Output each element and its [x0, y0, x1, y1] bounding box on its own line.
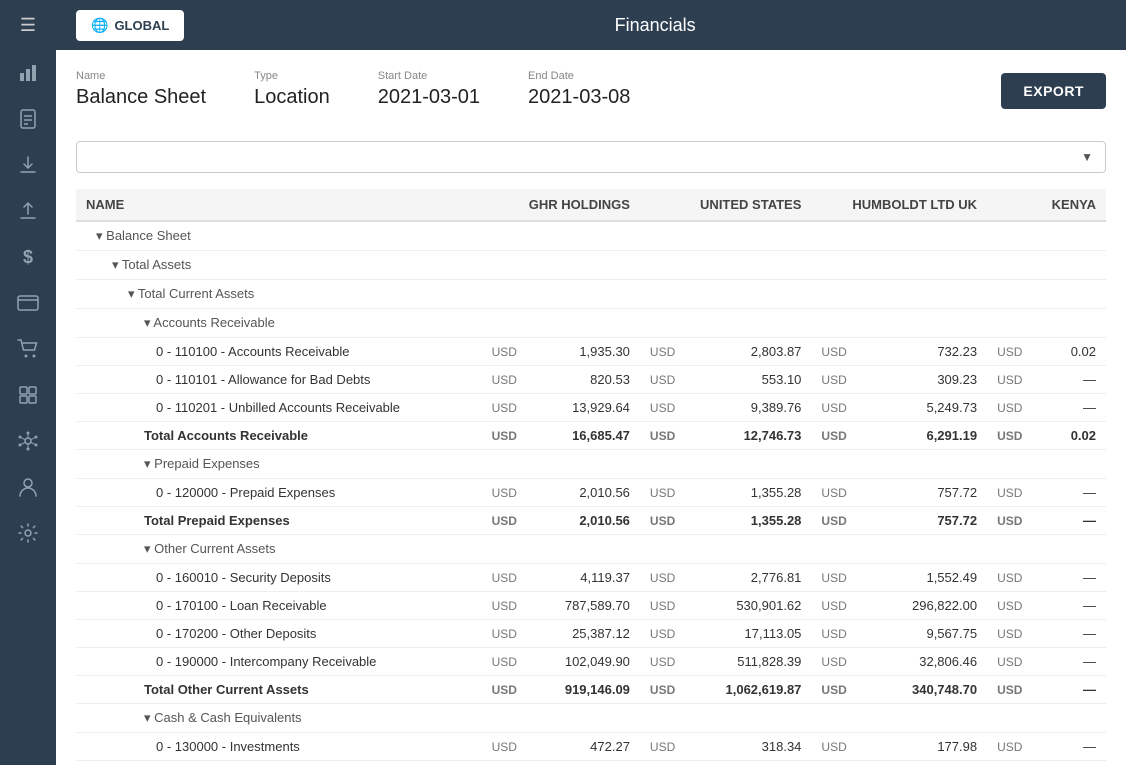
col-name: NAME [76, 189, 482, 221]
table-row: 0 - 130000 - Investments USD472.27 USD31… [76, 733, 1106, 761]
col-ghr: GHR HOLDINGS [482, 189, 640, 221]
table-row: 0 - 110100 - Accounts Receivable USD1,93… [76, 338, 1106, 366]
table-row: ▾ Prepaid Expenses [76, 450, 1106, 479]
collapse-icon[interactable]: ▾ [144, 315, 151, 330]
topbar: 🌐 GLOBAL Financials [56, 0, 1126, 50]
table-row: 0 - 170200 - Other Deposits USD25,387.12… [76, 620, 1106, 648]
network-icon [18, 431, 38, 451]
sidebar-icon-card[interactable] [0, 280, 56, 326]
collapse-icon[interactable]: ▾ [128, 286, 135, 301]
report-start-date-field: Start Date 2021-03-01 [378, 70, 480, 109]
col-kenya: KENYA [987, 189, 1106, 221]
sidebar-icon-settings[interactable] [0, 510, 56, 556]
table-row: 0 - 190000 - Intercompany Receivable USD… [76, 648, 1106, 676]
upload-icon [19, 201, 37, 221]
chevron-down-icon: ▼ [1081, 150, 1093, 164]
sidebar-icon-chart[interactable] [0, 50, 56, 96]
type-value: Location [254, 86, 330, 109]
table-row: Total Prepaid Expenses USD2,010.56 USD1,… [76, 507, 1106, 535]
content-area: Name Balance Sheet Type Location Start D… [56, 50, 1126, 765]
globe-icon: 🌐 [91, 17, 108, 34]
table-row: 0 - 170100 - Loan Receivable USD787,589.… [76, 592, 1106, 620]
end-date-value: 2021-03-08 [528, 86, 630, 109]
document-icon [19, 109, 37, 129]
table-row: ▾ Accounts Receivable [76, 309, 1106, 338]
table-header-row: NAME GHR HOLDINGS UNITED STATES HUMBOLDT… [76, 189, 1106, 221]
table-row: 0 - 110201 - Unbilled Accounts Receivabl… [76, 394, 1106, 422]
collapse-icon[interactable]: ▾ [144, 710, 151, 725]
sidebar-icon-user[interactable] [0, 464, 56, 510]
table-row: ▾ Total Current Assets [76, 280, 1106, 309]
sidebar-icon-cart[interactable] [0, 326, 56, 372]
table-row: Total Accounts Receivable USD16,685.47 U… [76, 422, 1106, 450]
start-date-value: 2021-03-01 [378, 86, 480, 109]
table-row: ▾ Other Current Assets [76, 535, 1106, 564]
table-row: 0 - 120000 - Prepaid Expenses USD2,010.5… [76, 479, 1106, 507]
sidebar-icon-grid[interactable] [0, 372, 56, 418]
download-icon [19, 155, 37, 175]
global-label: GLOBAL [114, 18, 169, 33]
table-row: 0 - 110000 - Cash USD233,214.22 USD108,4… [76, 761, 1106, 765]
col-humboldt: HUMBOLDT LTD UK [811, 189, 987, 221]
table-row: ▾ Cash & Cash Equivalents [76, 704, 1106, 733]
sidebar-icon-upload[interactable] [0, 188, 56, 234]
collapse-icon[interactable]: ▾ [144, 456, 151, 471]
hamburger-icon: ☰ [20, 15, 36, 36]
collapse-icon[interactable]: ▾ [112, 257, 119, 272]
global-button[interactable]: 🌐 GLOBAL [76, 10, 184, 41]
name-label: Name [76, 70, 206, 82]
table-row: ▾ Balance Sheet [76, 221, 1106, 251]
report-table: NAME GHR HOLDINGS UNITED STATES HUMBOLDT… [76, 189, 1106, 765]
start-date-label: Start Date [378, 70, 480, 82]
sidebar: ☰ $ [0, 0, 56, 765]
settings-icon [18, 523, 38, 543]
main-area: 🌐 GLOBAL Financials Name Balance Sheet T… [56, 0, 1126, 765]
card-icon [17, 295, 39, 311]
report-name-field: Name Balance Sheet [76, 70, 206, 109]
table-row: 0 - 160010 - Security Deposits USD4,119.… [76, 564, 1106, 592]
export-button[interactable]: EXPORT [1001, 73, 1106, 109]
sidebar-icon-network[interactable] [0, 418, 56, 464]
cart-icon [17, 339, 39, 359]
col-us: UNITED STATES [640, 189, 811, 221]
table-row: ▾ Total Assets [76, 251, 1106, 280]
collapse-icon[interactable]: ▾ [96, 228, 103, 243]
collapse-icon[interactable]: ▾ [144, 541, 151, 556]
grid-icon [19, 386, 37, 404]
user-icon [19, 477, 37, 497]
dollar-icon: $ [23, 247, 33, 268]
chart-icon [18, 63, 38, 83]
type-label: Type [254, 70, 330, 82]
app-title: Financials [204, 15, 1106, 36]
report-type-field: Type Location [254, 70, 330, 109]
filter-dropdown[interactable]: ▼ [76, 141, 1106, 173]
sidebar-icon-document[interactable] [0, 96, 56, 142]
report-end-date-field: End Date 2021-03-08 [528, 70, 630, 109]
table-row: Total Other Current Assets USD919,146.09… [76, 676, 1106, 704]
end-date-label: End Date [528, 70, 630, 82]
report-header: Name Balance Sheet Type Location Start D… [76, 70, 1106, 125]
hamburger-button[interactable]: ☰ [0, 0, 56, 50]
table-row: 0 - 110101 - Allowance for Bad Debts USD… [76, 366, 1106, 394]
name-value: Balance Sheet [76, 86, 206, 109]
sidebar-icon-dollar[interactable]: $ [0, 234, 56, 280]
sidebar-icon-download[interactable] [0, 142, 56, 188]
